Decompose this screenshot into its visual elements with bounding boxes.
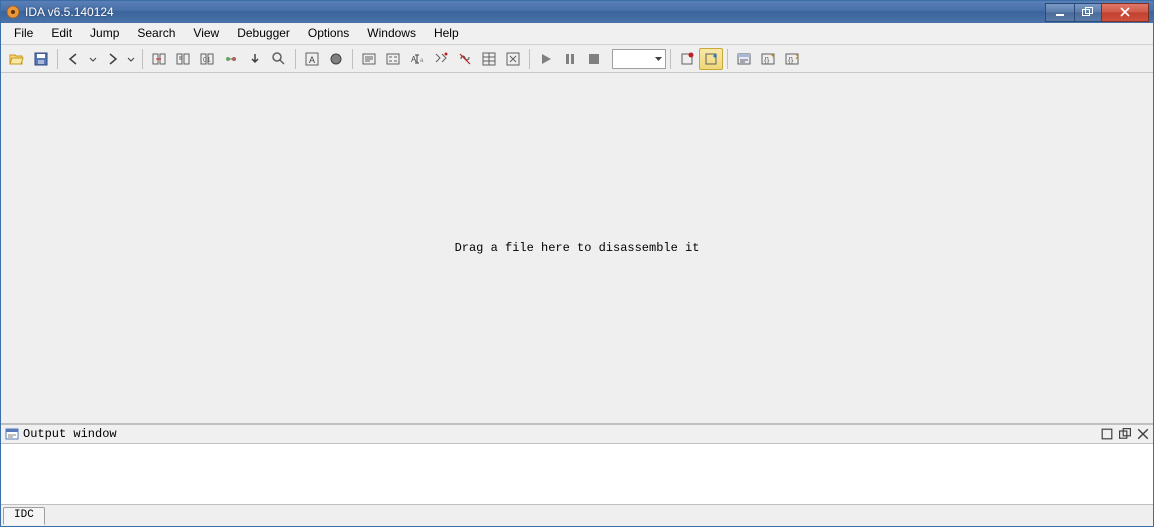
idc-tab[interactable]: IDC (3, 507, 45, 525)
output-window-icon (5, 427, 19, 441)
code-button-1[interactable] (357, 48, 381, 70)
nav-button-3[interactable]: 01 (195, 48, 219, 70)
down-arrow-button[interactable] (243, 48, 267, 70)
menu-help[interactable]: Help (425, 23, 468, 44)
separator (57, 49, 58, 69)
main-workspace[interactable]: Drag a file here to disassemble it (1, 73, 1153, 424)
nav-button-2[interactable] (171, 48, 195, 70)
separator (352, 49, 353, 69)
window-button-2[interactable]: {} (756, 48, 780, 70)
back-button[interactable] (62, 48, 86, 70)
back-dropdown[interactable] (86, 48, 100, 70)
menu-search[interactable]: Search (128, 23, 184, 44)
separator (295, 49, 296, 69)
drag-file-message: Drag a file here to disassemble it (455, 241, 700, 255)
run-button[interactable] (534, 48, 558, 70)
maximize-button[interactable] (1074, 3, 1102, 22)
minimize-button[interactable] (1045, 3, 1075, 22)
output-undock-button[interactable] (1101, 428, 1113, 440)
menu-file[interactable]: File (5, 23, 42, 44)
nofunc-button[interactable] (453, 48, 477, 70)
text-view-button[interactable]: A (300, 48, 324, 70)
rename-button[interactable]: Aa (405, 48, 429, 70)
output-window-controls (1101, 428, 1149, 440)
window-title: IDA v6.5.140124 (25, 5, 1046, 19)
svg-text:{}: {} (764, 56, 770, 65)
forward-button[interactable] (100, 48, 124, 70)
window-controls (1046, 3, 1149, 22)
open-button[interactable] (5, 48, 29, 70)
forward-dropdown[interactable] (124, 48, 138, 70)
output-window-header: Output window (1, 424, 1153, 444)
output-close-button[interactable] (1137, 428, 1149, 440)
breakpoint-button-2[interactable] (699, 48, 723, 70)
menu-options[interactable]: Options (299, 23, 358, 44)
menubar: File Edit Jump Search View Debugger Opti… (1, 23, 1153, 45)
toolbar: 01 A Aa {} {} (1, 45, 1153, 73)
menu-jump[interactable]: Jump (81, 23, 128, 44)
pause-button[interactable] (558, 48, 582, 70)
separator (529, 49, 530, 69)
enum-button[interactable] (501, 48, 525, 70)
app-icon (5, 4, 21, 20)
menu-view[interactable]: View (184, 23, 228, 44)
svg-text:01: 01 (203, 57, 211, 64)
mark-button[interactable] (324, 48, 348, 70)
svg-text:A: A (309, 55, 315, 65)
close-button[interactable] (1101, 3, 1149, 22)
window-button-1[interactable] (732, 48, 756, 70)
menu-edit[interactable]: Edit (42, 23, 81, 44)
separator (670, 49, 671, 69)
svg-text:{}: {} (788, 56, 794, 65)
titlebar: IDA v6.5.140124 (1, 1, 1153, 23)
save-button[interactable] (29, 48, 53, 70)
menu-debugger[interactable]: Debugger (228, 23, 299, 44)
debugger-select[interactable] (612, 49, 666, 69)
output-window-title: Output window (23, 427, 1101, 441)
code-button-2[interactable] (381, 48, 405, 70)
xref-button[interactable] (429, 48, 453, 70)
window-button-3[interactable]: {} (780, 48, 804, 70)
stop-button[interactable] (582, 48, 606, 70)
separator (142, 49, 143, 69)
separator (727, 49, 728, 69)
output-maximize-button[interactable] (1119, 428, 1131, 440)
search-toolbar-button[interactable] (267, 48, 291, 70)
nav-button-4[interactable] (219, 48, 243, 70)
menu-windows[interactable]: Windows (358, 23, 425, 44)
nav-button-1[interactable] (147, 48, 171, 70)
output-window-body[interactable] (1, 444, 1153, 504)
bottom-tab-bar: IDC (1, 504, 1153, 526)
svg-text:a: a (420, 58, 424, 64)
struct-button[interactable] (477, 48, 501, 70)
breakpoint-button-1[interactable] (675, 48, 699, 70)
